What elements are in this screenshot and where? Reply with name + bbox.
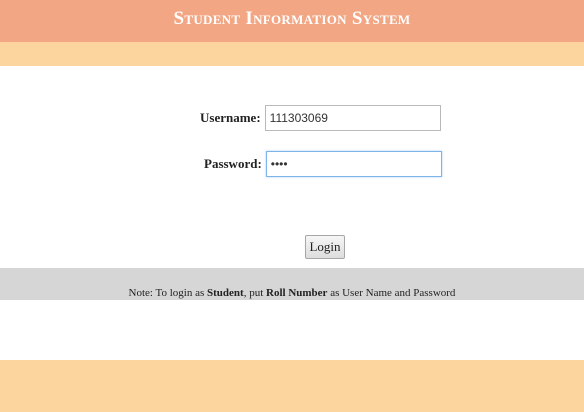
- username-input[interactable]: [264, 105, 441, 131]
- footer-bar: [0, 360, 584, 412]
- username-row: Username:: [200, 105, 441, 131]
- header-strip: [0, 42, 584, 66]
- login-button[interactable]: Login: [305, 235, 345, 259]
- page-title: Student Information System: [173, 8, 411, 29]
- username-label: Username:: [200, 110, 261, 125]
- note-middle: , put: [243, 287, 267, 299]
- header-bar: Student Information System: [0, 0, 584, 42]
- note-prefix: Note: To login as: [128, 287, 208, 299]
- note-student: Student: [207, 287, 244, 299]
- password-label: Password:: [204, 156, 262, 171]
- login-note: Note: To login as Student, put Roll Numb…: [0, 286, 584, 300]
- password-input[interactable]: [265, 151, 442, 177]
- password-row: Password:: [204, 151, 442, 177]
- note-roll-number: Roll Number: [266, 287, 328, 299]
- login-page: Student Information System Username: Pas…: [0, 0, 584, 412]
- note-suffix: as User Name and Password: [327, 287, 456, 299]
